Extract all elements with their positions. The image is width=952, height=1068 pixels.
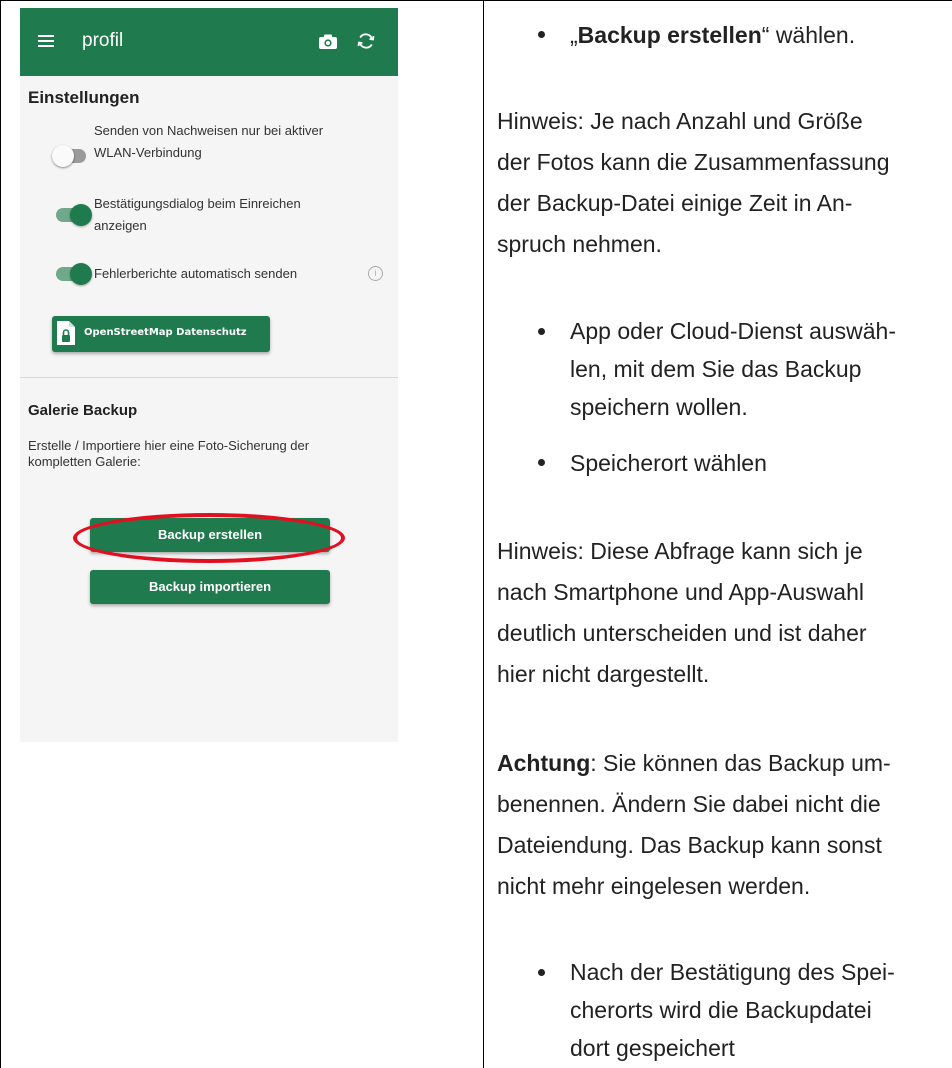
wifi-only-label: Senden von Nachweisen nur bei aktiver WL… bbox=[94, 123, 324, 160]
note-duration: Hinweis: Je nach Anzahl und Größe der Fo… bbox=[497, 108, 890, 257]
step-choose-location: Speicherort wählen bbox=[570, 450, 767, 476]
table-top-border bbox=[0, 0, 952, 1]
app-bar: profil bbox=[20, 8, 398, 76]
camera-icon[interactable] bbox=[318, 32, 338, 52]
step-saved: Nach der Bestätigung des Spei- cherorts … bbox=[570, 959, 895, 1061]
note-varies: Hinweis: Diese Abfrage kann sich je nach… bbox=[497, 538, 867, 687]
menu-icon[interactable] bbox=[38, 35, 54, 47]
table-left-border bbox=[0, 0, 1, 1068]
gallery-backup-heading: Galerie Backup bbox=[28, 402, 138, 419]
step-choose-app: App oder Cloud-Dienst auswäh- len, mit d… bbox=[570, 318, 897, 420]
bullet bbox=[538, 459, 545, 466]
phone-screenshot: profil Einstellungen Senden von Nachweis… bbox=[20, 8, 398, 742]
highlight-ring bbox=[73, 513, 345, 563]
info-icon[interactable]: i bbox=[368, 266, 383, 281]
confirm-dialog-label: Bestätigungsdialog beim Einreichen anzei… bbox=[94, 196, 301, 233]
settings-heading: Einstellungen bbox=[28, 88, 140, 107]
osm-privacy-button[interactable]: OpenStreetMap Datenschutz bbox=[52, 316, 270, 352]
bullet bbox=[538, 328, 545, 335]
warning-rename: Achtung: Sie können das Backup um- benen… bbox=[497, 750, 891, 899]
app-title: profil bbox=[82, 30, 124, 51]
table-column-divider bbox=[483, 0, 484, 1068]
step-create-backup: „Backup erstellen“ wählen. bbox=[570, 22, 856, 48]
error-reports-label: Fehlerberichte automatisch senden bbox=[94, 266, 298, 281]
error-reports-toggle[interactable] bbox=[56, 263, 92, 285]
gallery-backup-description: Erstelle / Importiere hier eine Foto-Sic… bbox=[28, 438, 310, 469]
document-lock-icon bbox=[57, 321, 75, 345]
sync-icon[interactable] bbox=[356, 31, 376, 51]
backup-import-button[interactable]: Backup importieren bbox=[90, 570, 330, 604]
bullet bbox=[538, 31, 545, 38]
osm-privacy-label: OpenStreetMap Datenschutz bbox=[84, 327, 247, 338]
bullet bbox=[538, 969, 545, 976]
confirm-dialog-toggle[interactable] bbox=[56, 204, 92, 226]
section-divider bbox=[20, 377, 398, 378]
wifi-only-toggle[interactable] bbox=[52, 145, 86, 167]
